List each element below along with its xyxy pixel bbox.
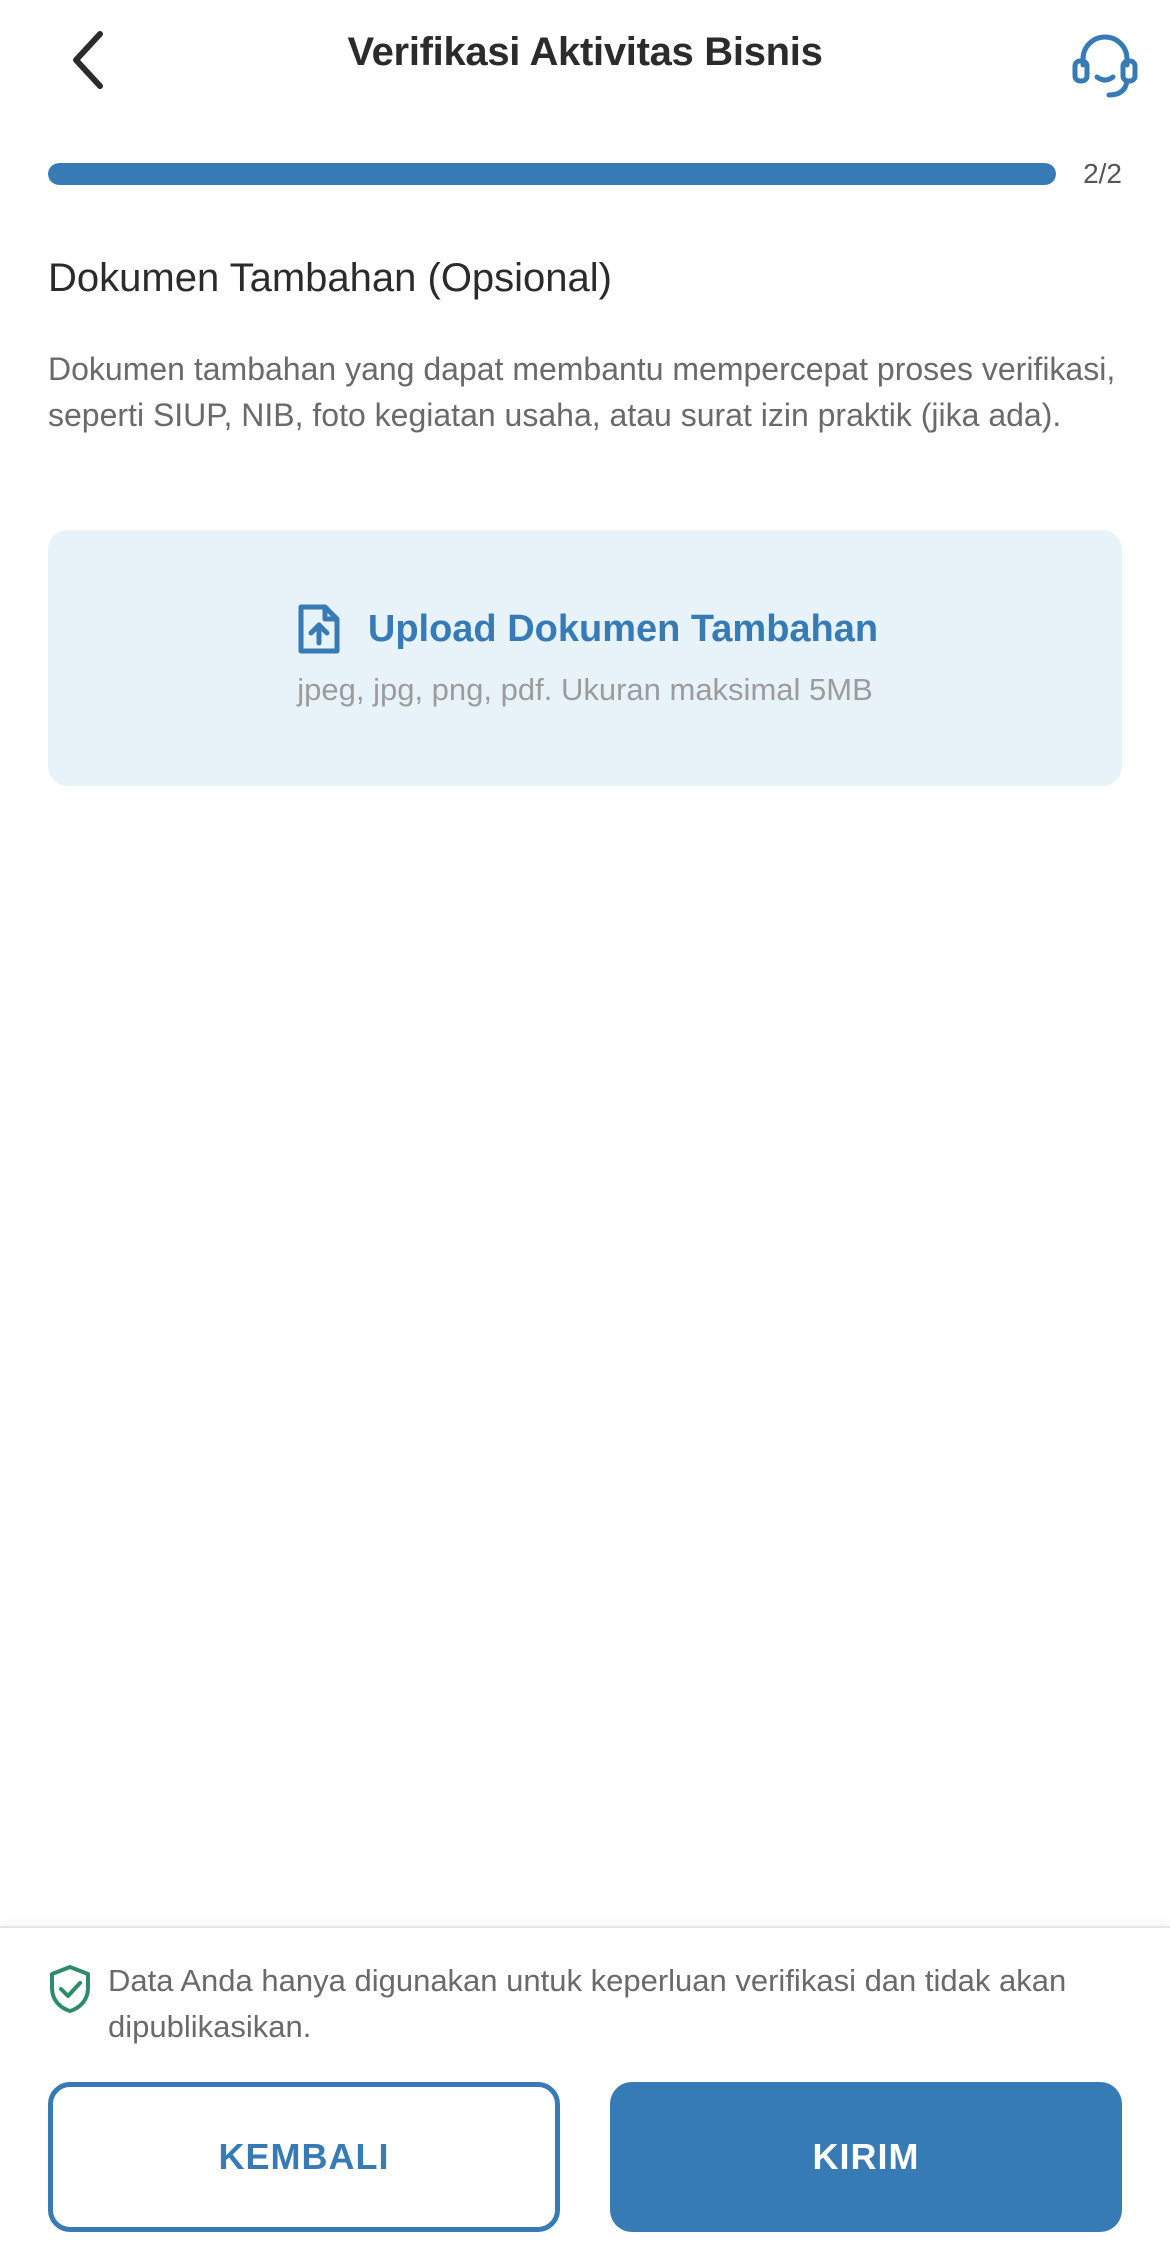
section-title: Dokumen Tambahan (Opsional)	[48, 256, 613, 300]
upload-label: Upload Dokumen Tambahan	[367, 607, 879, 650]
section-description: Dokumen tambahan yang dapat membantu mem…	[48, 351, 1116, 433]
progress-row: 2/2	[48, 158, 1122, 189]
support-button[interactable]	[1060, 20, 1150, 110]
privacy-text: Data Anda hanya digunakan untuk keperlua…	[108, 1963, 1067, 2044]
page-title: Verifikasi Aktivitas Bisnis	[347, 30, 823, 74]
headset-icon	[1072, 34, 1138, 98]
upload-hint: jpeg, jpg, png, pdf. Ukuran maksimal 5MB	[297, 672, 873, 707]
bottom-panel: Data Anda hanya digunakan untuk keperlua…	[0, 1926, 1170, 2264]
privacy-notice: Data Anda hanya digunakan untuk keperlua…	[48, 1958, 1128, 2050]
upload-row: Upload Dokumen Tambahan	[48, 602, 1122, 656]
progress-bar	[48, 163, 1056, 185]
kembali-button[interactable]: KEMBALI	[48, 2082, 560, 2232]
progress-fill	[48, 163, 1056, 185]
kirim-button[interactable]: KIRIM	[610, 2082, 1122, 2232]
shield-check-icon	[50, 1965, 90, 2013]
upload-document-button[interactable]: Upload Dokumen Tambahan jpeg, jpg, png, …	[48, 530, 1122, 786]
progress-label: 2/2	[1083, 158, 1122, 189]
app-bar: Verifikasi Aktivitas Bisnis	[0, 0, 1170, 120]
file-upload-icon	[292, 602, 346, 656]
